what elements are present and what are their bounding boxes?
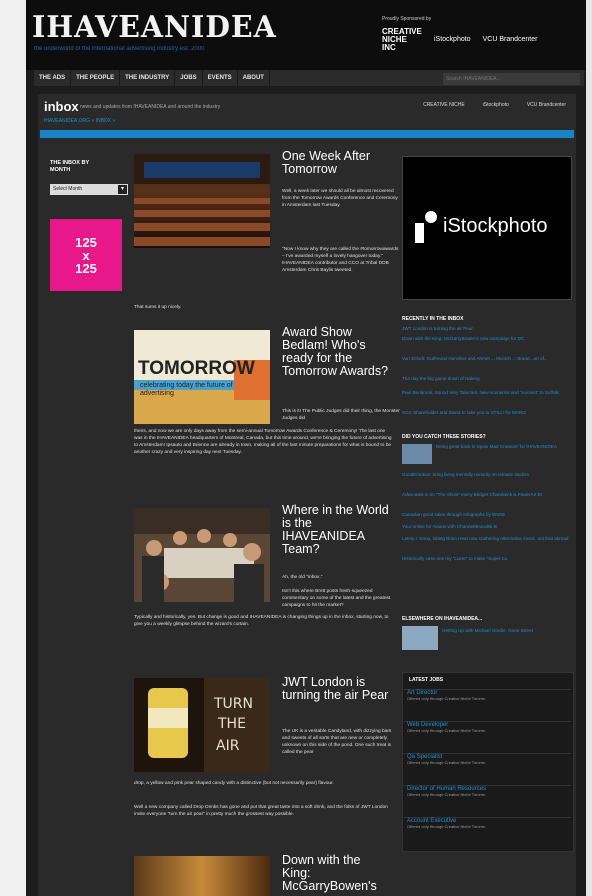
- ad-line-1: 125: [75, 234, 97, 250]
- catch-link[interactable]: GoodEmotion: bring living mentally minor…: [402, 472, 570, 478]
- post-title-1[interactable]: One Week After Tomorrow: [282, 150, 392, 176]
- ad-125x125[interactable]: 125 x 125: [50, 219, 122, 291]
- post-thumbnail-1[interactable]: [134, 154, 270, 248]
- nav-the-ads[interactable]: THE ADS: [34, 70, 72, 86]
- inbox-panel: inbox news and updates from IHAVEANIDEA …: [38, 94, 576, 896]
- inbox-sponsor-vcu[interactable]: VCU Brandcenter: [527, 102, 566, 108]
- post-title-4[interactable]: JWT London is turning the air Pear: [282, 676, 392, 702]
- istockphoto-wordmark: iStockphoto: [443, 215, 548, 237]
- post-body-1: That sums it up nicely.: [134, 305, 182, 310]
- post-thumbnail-5[interactable]: [134, 856, 270, 896]
- job-item[interactable]: Art Director Offered only through Creati…: [403, 689, 571, 701]
- ad-line-3: 125: [75, 260, 97, 276]
- team-dinner-image: [134, 508, 270, 602]
- job-subtitle: Offered only through Creative Niche Toro…: [407, 760, 486, 765]
- chevron-down-icon: ▾: [118, 185, 127, 194]
- catch-link[interactable]: Advocates in on "The Show" every Bridget…: [402, 492, 570, 498]
- job-item[interactable]: Director of Human Resources Offered only…: [403, 785, 571, 797]
- job-subtitle: Offered only through Creative Niche Toro…: [407, 792, 486, 797]
- elsewhere-link[interactable]: Getting Up with Michael Gordie, Goon Str…: [442, 628, 570, 634]
- post-text-2: This is it! The Public Judges did their …: [282, 409, 400, 421]
- svg-text:AIR: AIR: [216, 738, 240, 754]
- job-item[interactable]: Account Executive Offered only through C…: [403, 817, 571, 829]
- site-logo[interactable]: IHAVEANIDEA: [32, 10, 277, 45]
- main-nav: THE ADS THE PEOPLE THE INDUSTRY JOBS EVE…: [34, 70, 584, 86]
- recent-link[interactable]: Down with the King: McGarryBowen's new c…: [402, 336, 570, 342]
- svg-text:TURN: TURN: [213, 696, 253, 712]
- istockphoto-logo-icon: [415, 211, 437, 243]
- recent-link[interactable]: The day the big game down of Nalong: [402, 376, 570, 382]
- nav-the-people[interactable]: THE PEOPLE: [71, 70, 121, 86]
- sponsor-vcu[interactable]: VCU Brandcenter: [483, 36, 538, 44]
- post-thumbnail-2[interactable]: TOMORROW celebrating today the future of…: [134, 330, 270, 424]
- catch-link[interactable]: Being great back in Spain Mad Creators' …: [436, 444, 568, 450]
- post-thumbnail-4[interactable]: TURN THE AIR: [134, 678, 270, 772]
- post-text-3: Ah, the old "inbox.": [282, 575, 323, 580]
- month-select[interactable]: Select Month ▾: [50, 184, 128, 195]
- latest-jobs-box: LATEST JOBS Art Director Offered only th…: [402, 672, 574, 852]
- catch-heading: DID YOU CATCH THESE STORIES?: [402, 434, 486, 440]
- inbox-sponsor-creative-niche[interactable]: CREATIVE NICHE: [423, 102, 465, 108]
- nav-the-industry[interactable]: THE INDUSTRY: [120, 70, 176, 86]
- post-quote-3: Isn't this where Brett posts fresh-squee…: [282, 589, 391, 608]
- archive-heading: THE INBOX BY MONTH: [50, 160, 90, 173]
- conference-hall-image: [134, 154, 270, 246]
- post-body-4: drop, a yellow and pink pear shaped cand…: [134, 781, 334, 786]
- post-quote-1: "Now I know why they are called the #tom…: [282, 247, 399, 273]
- accent-bar: [40, 130, 574, 138]
- inbox-sponsors: CREATIVE NICHE iStockphoto VCU Brandcent…: [423, 102, 566, 108]
- catch-link[interactable]: Your online for Asians with Channel/Bran…: [402, 524, 570, 530]
- post-text-1: Well, a week later we should all be almo…: [282, 189, 398, 208]
- elsewhere-heading: ELSEWHERE ON IHAVEANIDEA...: [402, 616, 483, 622]
- elsewhere-thumbnail[interactable]: [402, 626, 438, 650]
- job-subtitle: Offered only through Creative Niche Toro…: [407, 696, 486, 701]
- catch-link[interactable]: Historically case one my "Luzer" to make…: [402, 556, 570, 562]
- job-subtitle: Offered only through Creative Niche Toro…: [407, 728, 486, 733]
- job-item[interactable]: Web Developer Offered only through Creat…: [403, 721, 571, 733]
- recent-link[interactable]: Paul Benbrook, Sound Very Talented. New …: [402, 390, 570, 396]
- thumb-sub: celebrating today the future of advertis…: [140, 382, 233, 397]
- site-tagline: the underworld of the international adve…: [34, 46, 205, 52]
- recent-link[interactable]: Van Schaft: Gutfreund Hunziker and Ahmet…: [402, 356, 570, 362]
- catch-thumbnail[interactable]: [402, 444, 432, 464]
- job-item[interactable]: Qa Specialist Offered only through Creat…: [403, 753, 571, 765]
- month-select-value: Select Month: [53, 186, 83, 192]
- sponsor-caption: Proudly Sponsored by: [382, 16, 432, 22]
- site-wrapper: IHAVEANIDEA the underworld of the intern…: [26, 0, 586, 896]
- inbox-sponsor-istockphoto[interactable]: iStockphoto: [483, 102, 509, 108]
- sponsor-istockphoto[interactable]: iStockphoto: [434, 36, 471, 44]
- page-title: inbox: [44, 99, 79, 114]
- thumb-word: TOMORROW: [138, 358, 255, 379]
- post-title-3[interactable]: Where in the World is the IHAVEANIDEA Te…: [282, 504, 392, 556]
- catch-link[interactable]: Canadian good sales through infographs b…: [402, 512, 570, 518]
- post-title-2[interactable]: Award Show Bedlam! Who's ready for the T…: [282, 326, 392, 378]
- search-input[interactable]: [443, 73, 580, 85]
- job-subtitle: Offered only through Creative Niche Toro…: [407, 824, 486, 829]
- post-body-4b: Well a new company called Drop Drinks ha…: [134, 805, 388, 817]
- recent-link[interactable]: SCG Shareholder and Stand to take you to…: [402, 410, 570, 416]
- svg-text:THE: THE: [217, 716, 246, 732]
- recent-heading: RECENTLY IN THE INBOX: [402, 316, 464, 322]
- breadcrumb[interactable]: IHAVEANIDEA.ORG » INBOX »: [44, 118, 115, 124]
- pear-drop-can-image: TURN THE AIR: [134, 678, 270, 772]
- nav-about[interactable]: ABOUT: [238, 70, 270, 86]
- ad-line-2: x: [82, 247, 90, 263]
- jobs-heading: LATEST JOBS: [409, 677, 444, 683]
- post-body-3: Typically and historically, yes. But cha…: [134, 615, 389, 627]
- catch-link[interactable]: Lately I: Kong, hitting Brian Heat now G…: [402, 536, 570, 542]
- post-body-2: theirs, and now we are only days away fr…: [134, 429, 392, 455]
- nav-events[interactable]: EVENTS: [203, 70, 238, 86]
- post-thumbnail-3[interactable]: [134, 508, 270, 602]
- sponsor-creative-niche[interactable]: CREATIVE NICHE INC: [382, 28, 422, 52]
- post-title-5[interactable]: Down with the King: McGarryBowen's: [282, 854, 392, 893]
- page-subtitle: news and updates from IHAVEANIDEA and ar…: [80, 104, 221, 110]
- recent-link[interactable]: JWT London is turning the air Pear: [402, 326, 570, 332]
- header-sponsors: CREATIVE NICHE INC iStockphoto VCU Brand…: [382, 28, 537, 52]
- post-text-4: The UK is a veritable Candyland, with di…: [282, 729, 392, 755]
- site-header: IHAVEANIDEA the underworld of the intern…: [26, 0, 586, 70]
- nav-jobs[interactable]: JOBS: [175, 70, 203, 86]
- istockphoto-ad[interactable]: iStockphoto: [402, 156, 572, 300]
